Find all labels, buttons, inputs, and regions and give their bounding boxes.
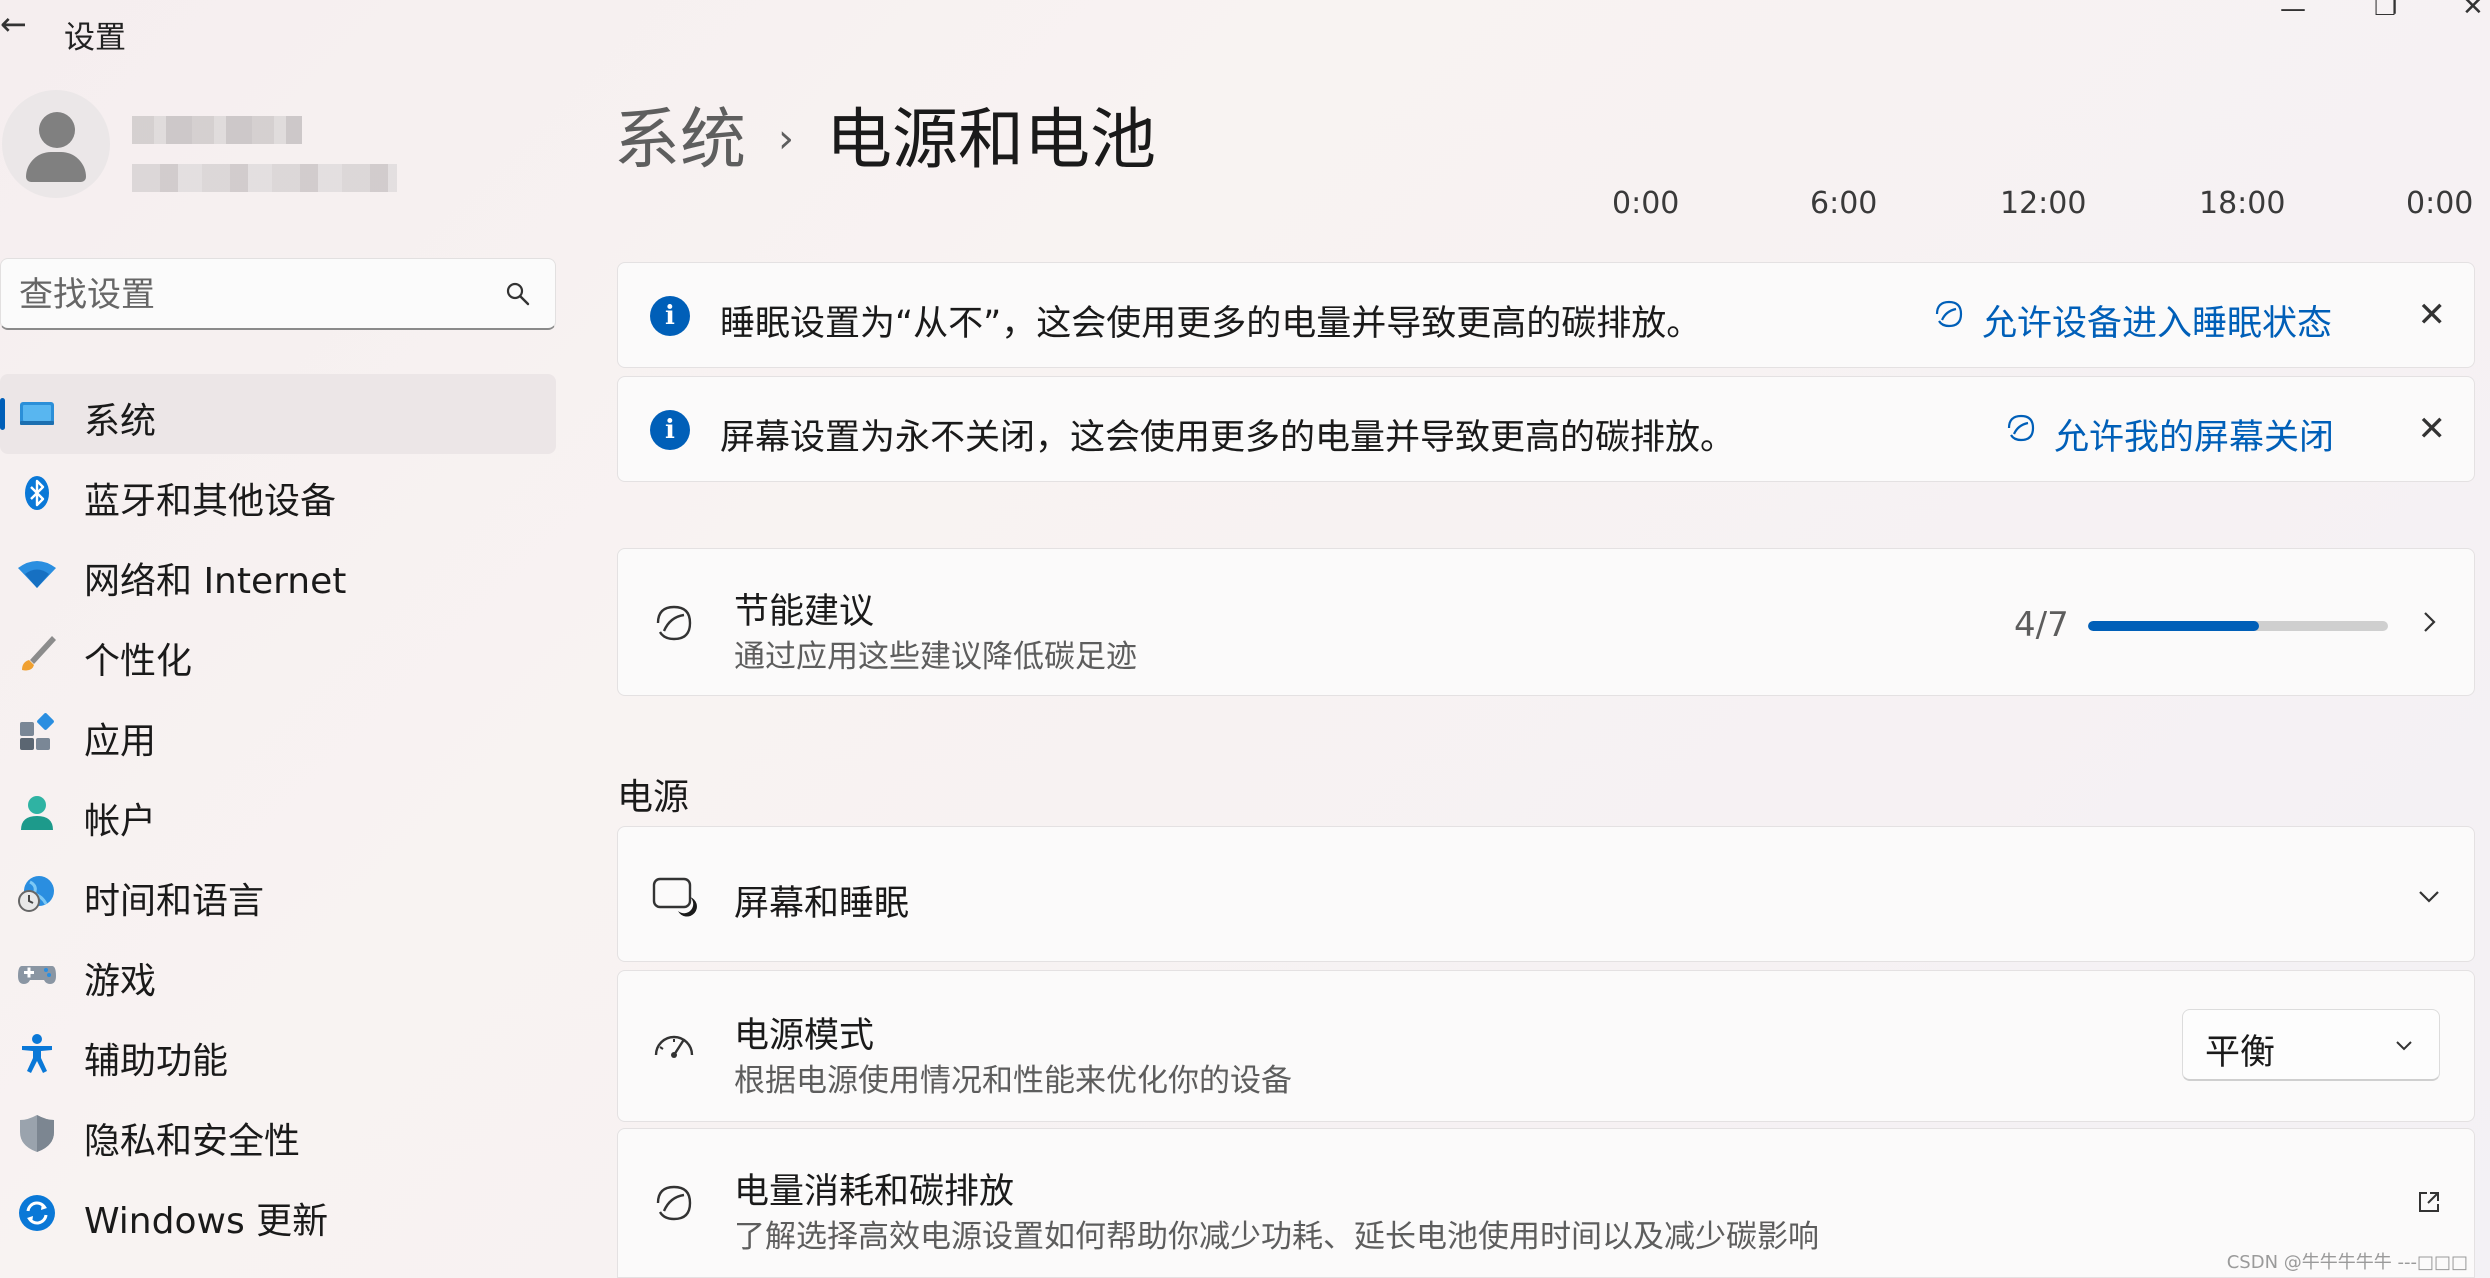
account-icon [21, 796, 53, 830]
time-axis-label: 6:00 [1810, 186, 1878, 221]
search-box[interactable] [0, 258, 556, 330]
leaf-icon [2007, 414, 2035, 442]
title-bar: ← 设置 — ❐ ✕ [0, 0, 2490, 60]
row-subtitle: 通过应用这些建议降低碳足迹 [734, 639, 1137, 675]
time-axis-label: 12:00 [2000, 186, 2087, 221]
leaf-icon [656, 605, 692, 641]
paintbrush-icon [22, 636, 56, 671]
sidebar-item-label: 帐户 [84, 801, 157, 842]
search-icon[interactable] [505, 281, 531, 307]
sidebar-item-system[interactable]: 系统 [0, 374, 556, 454]
progress-bar [2088, 621, 2388, 631]
screen-sleep-row[interactable]: 屏幕和睡眠 [617, 826, 2475, 962]
screen-notice-bar: i 屏幕设置为永不关闭，这会使用更多的电量并导致更高的碳排放。 允许我的屏幕关闭… [617, 376, 2475, 482]
sidebar-item-label: Windows 更新 [84, 1201, 329, 1242]
info-icon: i [650, 296, 690, 336]
energy-usage-row[interactable]: 电量消耗和碳排放 了解选择高效电源设置如何帮助你减少功耗、延长电池使用时间以及减… [617, 1128, 2475, 1278]
dropdown-selected-value: 平衡 [2205, 1033, 2276, 1073]
bluetooth-icon [25, 476, 49, 510]
app-title: 设置 [64, 20, 126, 56]
notice-text: 屏幕设置为永不关闭，这会使用更多的电量并导致更高的碳排放。 [720, 418, 1736, 458]
progress-fill [2088, 621, 2260, 631]
row-title: 电源模式 [734, 1016, 875, 1056]
progress-count: 4/7 [2014, 605, 2069, 645]
sidebar-item-network[interactable]: 网络和 Internet [0, 534, 556, 614]
sidebar-item-label: 游戏 [84, 961, 157, 1002]
time-axis-label: 0:00 [2406, 186, 2474, 221]
restore-icon[interactable]: ❐ [2374, 0, 2397, 22]
redacted-user-email [132, 164, 397, 192]
sidebar-item-bluetooth[interactable]: 蓝牙和其他设备 [0, 454, 556, 534]
avatar[interactable] [2, 90, 110, 198]
power-mode-row: 电源模式 根据电源使用情况和性能来优化你的设备 平衡 [617, 970, 2475, 1122]
breadcrumb-parent[interactable]: 系统 [614, 101, 746, 178]
watermark-text: CSDN @牛牛牛牛牛 ---□□□ [2226, 1252, 2468, 1273]
page-title: 电源和电池 [826, 101, 1156, 178]
wifi-icon [18, 561, 56, 588]
sidebar-item-personalization[interactable]: 个性化 [0, 614, 556, 694]
sidebar-item-label: 蓝牙和其他设备 [84, 481, 337, 522]
close-icon[interactable]: ✕ [2418, 409, 2447, 449]
row-subtitle: 了解选择高效电源设置如何帮助你减少功耗、延长电池使用时间以及减少碳影响 [734, 1219, 1819, 1255]
sidebar-nav: 系统 蓝牙和其他设备 网络和 Internet 个性化 应用 帐户 时间和语言 … [0, 374, 560, 1254]
external-link-icon[interactable] [2416, 1189, 2442, 1215]
sidebar-item-accessibility[interactable]: 辅助功能 [0, 1014, 556, 1094]
row-title: 电量消耗和碳排放 [734, 1172, 1015, 1212]
time-axis-label: 18:00 [2199, 186, 2286, 221]
accessibility-icon [22, 1034, 52, 1073]
avatar-head-shape [39, 112, 75, 148]
apps-icon [20, 713, 54, 750]
globe-clock-icon [18, 876, 54, 912]
sidebar-item-label: 隐私和安全性 [84, 1121, 301, 1162]
avatar-body-shape [26, 152, 86, 182]
power-mode-gauge-icon [654, 1035, 694, 1058]
allow-screen-off-link[interactable]: 允许我的屏幕关闭 [2054, 409, 2334, 460]
power-mode-dropdown[interactable]: 平衡 [2182, 1009, 2440, 1081]
screen-sleep-icon [652, 877, 697, 917]
redacted-user-name [132, 116, 302, 144]
sidebar-item-label: 时间和语言 [84, 881, 265, 922]
shield-icon [20, 1115, 54, 1152]
section-heading: 电源 [617, 777, 690, 818]
sleep-notice-bar: i 睡眠设置为“从不”，这会使用更多的电量并导致更高的碳排放。 允许设备进入睡眠… [617, 262, 2475, 368]
energy-recommendations-card[interactable]: 节能建议 通过应用这些建议降低碳足迹 4/7 [617, 548, 2475, 696]
allow-sleep-link[interactable]: 允许设备进入睡眠状态 [1982, 295, 2332, 346]
notice-text: 睡眠设置为“从不”，这会使用更多的电量并导致更高的碳排放。 [720, 304, 1702, 344]
sidebar-item-label: 辅助功能 [84, 1041, 229, 1082]
system-monitor-icon [20, 402, 54, 425]
row-title: 节能建议 [734, 592, 875, 632]
sidebar-item-accounts[interactable]: 帐户 [0, 774, 556, 854]
time-axis-label: 0:00 [1612, 186, 1680, 221]
sidebar-item-time-language[interactable]: 时间和语言 [0, 854, 556, 934]
breadcrumb: 系统 › 电源和电池 [614, 86, 1156, 182]
row-subtitle: 根据电源使用情况和性能来优化你的设备 [734, 1063, 1292, 1099]
chevron-down-icon[interactable] [2416, 883, 2442, 909]
sidebar-item-label: 应用 [84, 721, 157, 762]
row-title: 屏幕和睡眠 [734, 884, 910, 924]
close-icon[interactable]: ✕ [2418, 295, 2447, 335]
sidebar-item-gaming[interactable]: 游戏 [0, 934, 556, 1014]
breadcrumb-separator: › [778, 116, 794, 162]
minimize-icon[interactable]: — [2280, 0, 2306, 24]
leaf-icon [1935, 300, 1963, 328]
gamepad-icon [18, 966, 56, 984]
sidebar-item-label: 网络和 Internet [84, 561, 347, 602]
chevron-down-icon [2396, 1041, 2412, 1051]
sidebar-item-apps[interactable]: 应用 [0, 694, 556, 774]
leaf-icon [656, 1185, 692, 1221]
search-input[interactable] [19, 273, 479, 317]
sidebar-item-windows-update[interactable]: Windows 更新 [0, 1174, 556, 1254]
sidebar-item-label: 系统 [84, 401, 157, 442]
sidebar-item-label: 个性化 [84, 641, 193, 682]
info-icon: i [650, 410, 690, 450]
update-icon [19, 1195, 55, 1231]
sidebar-item-privacy[interactable]: 隐私和安全性 [0, 1094, 556, 1174]
close-window-icon[interactable]: ✕ [2462, 0, 2484, 22]
chevron-right-icon [2424, 612, 2436, 632]
back-arrow-icon[interactable]: ← [0, 6, 36, 42]
